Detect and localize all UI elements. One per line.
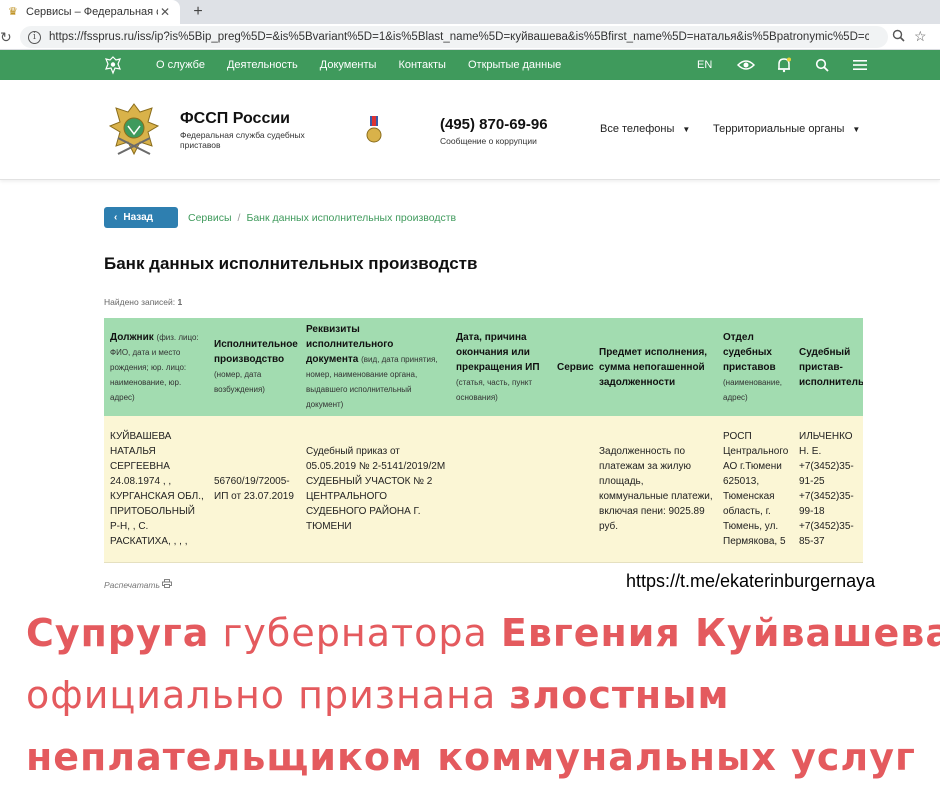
menu-icon[interactable] — [841, 50, 879, 80]
emblem-small-icon[interactable] — [104, 55, 122, 75]
nav-link-open-data[interactable]: Открытые данные — [468, 59, 561, 71]
medal-icon — [366, 116, 382, 143]
telegram-watermark: https://t.me/ekaterinburgernaya — [626, 571, 876, 591]
col-header-proceeding: Исполнительное производство (номер, дата… — [208, 318, 300, 416]
col-header-document: Реквизиты исполнительного документа (вид… — [300, 318, 450, 416]
caret-down-icon: ▼ — [682, 125, 691, 134]
all-phones-dropdown[interactable]: Все телефоны ▼ — [600, 123, 690, 135]
org-subtitle: Федеральная служба судебных приставов — [180, 130, 305, 150]
url-text[interactable]: https://fssprus.ru/iss/ip?is%5Bip_preg%5… — [49, 31, 869, 43]
back-button-label: Назад — [123, 212, 153, 223]
reload-icon[interactable]: ↻ — [0, 28, 14, 46]
cell-department: РОСП Центрального АО г.Тюмени 625013, Тю… — [717, 416, 793, 563]
caret-down-icon: ▼ — [852, 125, 861, 134]
eye-icon[interactable] — [727, 50, 765, 80]
cell-service — [551, 416, 593, 563]
col-header-service: Сервис — [551, 318, 594, 416]
chevron-left-icon: ‹ — [114, 212, 118, 223]
all-phones-label: Все телефоны — [600, 123, 675, 135]
nav-link-documents[interactable]: Документы — [320, 59, 377, 71]
browser-tab[interactable]: ♛ Сервисы – Федеральная служ ✕ — [0, 0, 180, 24]
zoom-icon[interactable] — [892, 29, 905, 45]
cell-subject: Задолженность по платежам за жилую площа… — [593, 416, 717, 563]
caption-line-1: Супруга губернатора Евгения Куйвашева — [26, 611, 940, 655]
records-found: Найдено записей: 1 — [104, 297, 182, 307]
cell-bailiff: ИЛЬЧЕНКО Н. Е. +7(3452)35-91-25 +7(3452)… — [793, 416, 863, 563]
print-link[interactable]: Распечатать — [104, 579, 173, 590]
territorial-label: Территориальные органы — [713, 123, 845, 135]
browser-tab-bar: ♛ Сервисы – Федеральная служ ✕ + — [0, 0, 940, 24]
col-header-subject: Предмет исполнения, сумма непогашенной з… — [593, 318, 717, 416]
language-switch[interactable]: EN — [697, 59, 727, 71]
records-found-count: 1 — [177, 297, 183, 307]
url-field[interactable]: i https://fssprus.ru/iss/ip?is%5Bip_preg… — [20, 26, 888, 48]
address-bar: ↻ i https://fssprus.ru/iss/ip?is%5Bip_pr… — [0, 24, 940, 50]
caption-line-3: неплательщиком коммунальных услуг — [26, 735, 916, 779]
table-row: КУЙВАШЕВА НАТАЛЬЯ СЕРГЕЕВНА 24.08.1974 ,… — [104, 416, 863, 563]
back-button[interactable]: ‹ Назад — [104, 207, 178, 228]
table-header-row: Должник (физ. лицо: ФИО, дата и место ро… — [104, 318, 863, 416]
cell-proceeding: 56760/19/72005-ИП от 23.07.2019 — [208, 416, 300, 563]
bell-icon[interactable] — [765, 50, 803, 80]
info-icon[interactable]: i — [28, 30, 41, 44]
col-header-department: Отдел судебных приставов (наименование, … — [717, 318, 793, 416]
fssp-emblem-icon[interactable] — [106, 98, 162, 160]
records-found-label: Найдено записей: — [104, 297, 176, 307]
browser-tab-title: Сервисы – Федеральная служ — [26, 6, 158, 18]
breadcrumb-separator: / — [237, 212, 241, 224]
corruption-report-label[interactable]: Сообщение о коррупции — [440, 136, 537, 146]
print-icon — [162, 579, 173, 590]
nav-link-about[interactable]: О службе — [156, 59, 205, 71]
nav-link-activity[interactable]: Деятельность — [227, 59, 298, 71]
col-header-debtor: Должник (физ. лицо: ФИО, дата и место ро… — [104, 318, 208, 416]
phone-number[interactable]: (495) 870-69-96 — [440, 116, 548, 133]
nav-link-contacts[interactable]: Контакты — [398, 59, 446, 71]
col-header-bailiff: Судебный пристав-исполнитель — [793, 318, 863, 416]
breadcrumb-services[interactable]: Сервисы — [188, 212, 232, 224]
page-title: Банк данных исполнительных производств — [104, 254, 478, 273]
cell-end-date — [450, 416, 551, 563]
close-tab-icon[interactable]: ✕ — [158, 5, 172, 19]
fssp-favicon-icon: ♛ — [8, 6, 18, 18]
star-icon[interactable]: ☆ — [914, 28, 927, 45]
print-label: Распечатать — [104, 580, 160, 590]
caption-block: Супруга губернатора Евгения Куйвашева оф… — [0, 601, 940, 788]
site-nav: О службе Деятельность Документы Контакты… — [0, 50, 940, 80]
site-header: ФССП России Федеральная служба судебных … — [0, 80, 940, 180]
territorial-dropdown[interactable]: Территориальные органы ▼ — [713, 123, 860, 135]
breadcrumb: Сервисы / Банк данных исполнительных произ… — [188, 212, 456, 224]
cell-document: Судебный приказ от 05.05.2019 № 2-5141/2… — [300, 416, 450, 563]
search-icon[interactable] — [803, 50, 841, 80]
results-table: Должник (физ. лицо: ФИО, дата и место ро… — [104, 318, 863, 563]
breadcrumb-data-bank[interactable]: Банк данных исполнительных производств — [246, 212, 456, 224]
col-header-end-date: Дата, причина окончания или прекращения … — [450, 318, 551, 416]
cell-debtor: КУЙВАШЕВА НАТАЛЬЯ СЕРГЕЕВНА 24.08.1974 ,… — [104, 416, 208, 563]
caption-line-2: официально признана злостным — [26, 673, 730, 717]
org-name[interactable]: ФССП России — [180, 110, 290, 128]
new-tab-button[interactable]: + — [188, 2, 208, 22]
